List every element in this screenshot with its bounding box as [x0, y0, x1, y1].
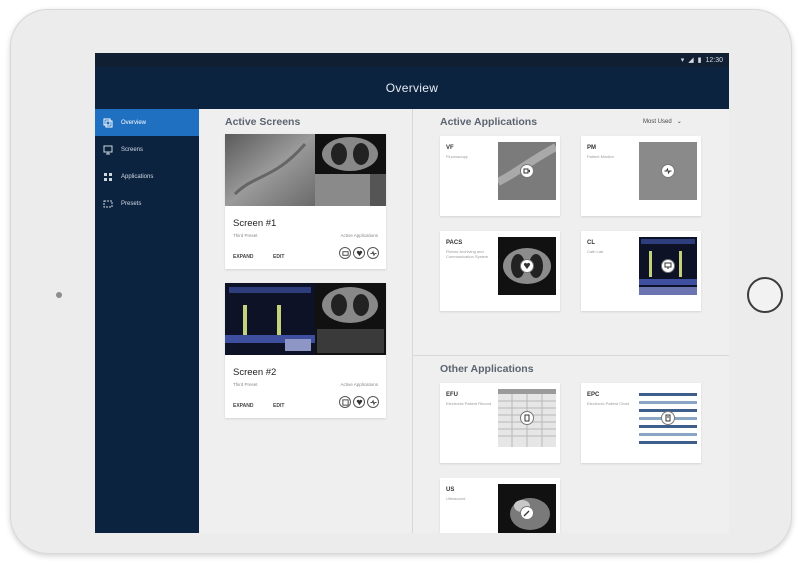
app-header: Overview [95, 67, 729, 109]
screen-title: Screen #1 [233, 218, 277, 229]
app-thumbnail [498, 389, 556, 447]
wifi-icon: ▾ [680, 57, 685, 64]
preset-icon [103, 200, 113, 207]
app-name: EFU [446, 392, 458, 398]
app-description: Cath Lab [587, 249, 604, 254]
heart-icon [520, 259, 534, 273]
battery-icon: ▮ [697, 57, 702, 64]
screen-card-2[interactable]: Screen #2 Third Preset Active Applicatio… [225, 283, 386, 418]
app-name: PACS [446, 240, 463, 246]
screen-app-icons [339, 247, 379, 259]
app-card-efu[interactable]: EFU Electronic Patient Record [440, 383, 560, 463]
tablet-frame: ▾ ◢ ▮ 12:30 Overview Overview Screens Ap… [10, 9, 792, 554]
edit-button[interactable]: EDIT [273, 254, 284, 260]
app-thumbnail [498, 484, 556, 533]
page-title: Overview [385, 81, 439, 95]
monitor-icon [103, 145, 113, 154]
screen-preset: Third Preset [233, 382, 258, 387]
app-card-cl[interactable]: CL Cath Lab [581, 231, 701, 311]
app-name: CL [587, 240, 595, 246]
sidebar-item-label: Screens [121, 146, 144, 153]
app-description: Patient Monitor [587, 154, 614, 159]
app-description: Ultrasound [446, 496, 466, 501]
edit-button[interactable]: EDIT [273, 403, 284, 409]
sidebar-item-label: Presets [121, 200, 142, 207]
pacs-app-icon[interactable] [353, 247, 365, 259]
app-description: Electronic Patient Record [446, 401, 492, 406]
app-name: EPC [587, 392, 600, 398]
chevron-down-icon: ⌄ [676, 119, 682, 125]
cathlab-app-icon[interactable] [339, 396, 351, 408]
active-applications-title: Active Applications [440, 116, 538, 128]
chart-icon [661, 411, 675, 425]
video-icon [520, 164, 534, 178]
probe-icon [520, 506, 534, 520]
screen-app-icons [339, 396, 379, 408]
monitor-app-icon[interactable] [367, 247, 379, 259]
grid-icon [104, 172, 112, 181]
app-thumbnail [639, 237, 697, 295]
app-name: PM [587, 145, 596, 151]
app-card-pm[interactable]: PM Patient Monitor [581, 136, 701, 216]
monitor-icon [661, 259, 675, 273]
main-content: Active Screens Active Applications Most … [199, 109, 729, 533]
app-description: Picture Archiving and Communication Syst… [446, 249, 489, 259]
app-card-vf[interactable]: VF Fluoroscopy [440, 136, 560, 216]
other-applications-title: Other Applications [440, 363, 534, 375]
sidebar: Overview Screens Applications Presets [95, 109, 199, 533]
column-divider [412, 109, 413, 533]
screen-thumbnail [225, 283, 386, 355]
sidebar-item-overview[interactable]: Overview [95, 109, 199, 136]
active-apps-label: Active Applications [340, 233, 378, 238]
app-name: VF [446, 145, 454, 151]
app-card-pacs[interactable]: PACS Picture Archiving and Communication… [440, 231, 560, 311]
sidebar-item-label: Applications [121, 173, 154, 180]
status-time: 12:30 [705, 56, 723, 64]
app-card-us[interactable]: US Ultrasound [440, 478, 560, 533]
sort-dropdown[interactable]: Most Used ⌄ [643, 118, 682, 126]
status-bar: ▾ ◢ ▮ 12:30 [95, 53, 729, 67]
sidebar-item-applications[interactable]: Applications [95, 163, 199, 190]
app-thumbnail [498, 237, 556, 295]
document-icon [520, 411, 534, 425]
sidebar-item-screens[interactable]: Screens [95, 136, 199, 163]
app-card-epc[interactable]: EPC Electronic Patient Chart [581, 383, 701, 463]
expand-button[interactable]: EXPAND [233, 403, 253, 409]
app-description: Fluoroscopy [446, 154, 468, 159]
section-divider [413, 355, 729, 356]
heartbeat-icon [661, 164, 675, 178]
active-screens-title: Active Screens [225, 116, 301, 128]
sort-label: Most Used [643, 118, 672, 125]
screen-preset: Third Preset [233, 233, 258, 238]
app-thumbnail [639, 389, 697, 447]
home-button[interactable] [747, 277, 783, 313]
app-description: Electronic Patient Chart [587, 401, 630, 406]
sidebar-item-presets[interactable]: Presets [95, 190, 199, 217]
app-thumbnail [498, 142, 556, 200]
app-thumbnail [639, 142, 697, 200]
screen-title: Screen #2 [233, 367, 277, 378]
active-apps-label: Active Applications [340, 382, 378, 387]
expand-button[interactable]: EXPAND [233, 254, 253, 260]
layers-icon [103, 118, 113, 127]
app-name: US [446, 487, 455, 493]
signal-icon: ◢ [688, 57, 694, 64]
pacs-app-icon[interactable] [353, 396, 365, 408]
sidebar-item-label: Overview [121, 119, 147, 126]
app-screen: ▾ ◢ ▮ 12:30 Overview Overview Screens Ap… [95, 53, 729, 533]
fluoro-app-icon[interactable] [339, 247, 351, 259]
front-camera [56, 292, 62, 298]
monitor-app-icon[interactable] [367, 396, 379, 408]
screen-thumbnail [225, 134, 386, 206]
screen-card-1[interactable]: Screen #1 Third Preset Active Applicatio… [225, 134, 386, 269]
